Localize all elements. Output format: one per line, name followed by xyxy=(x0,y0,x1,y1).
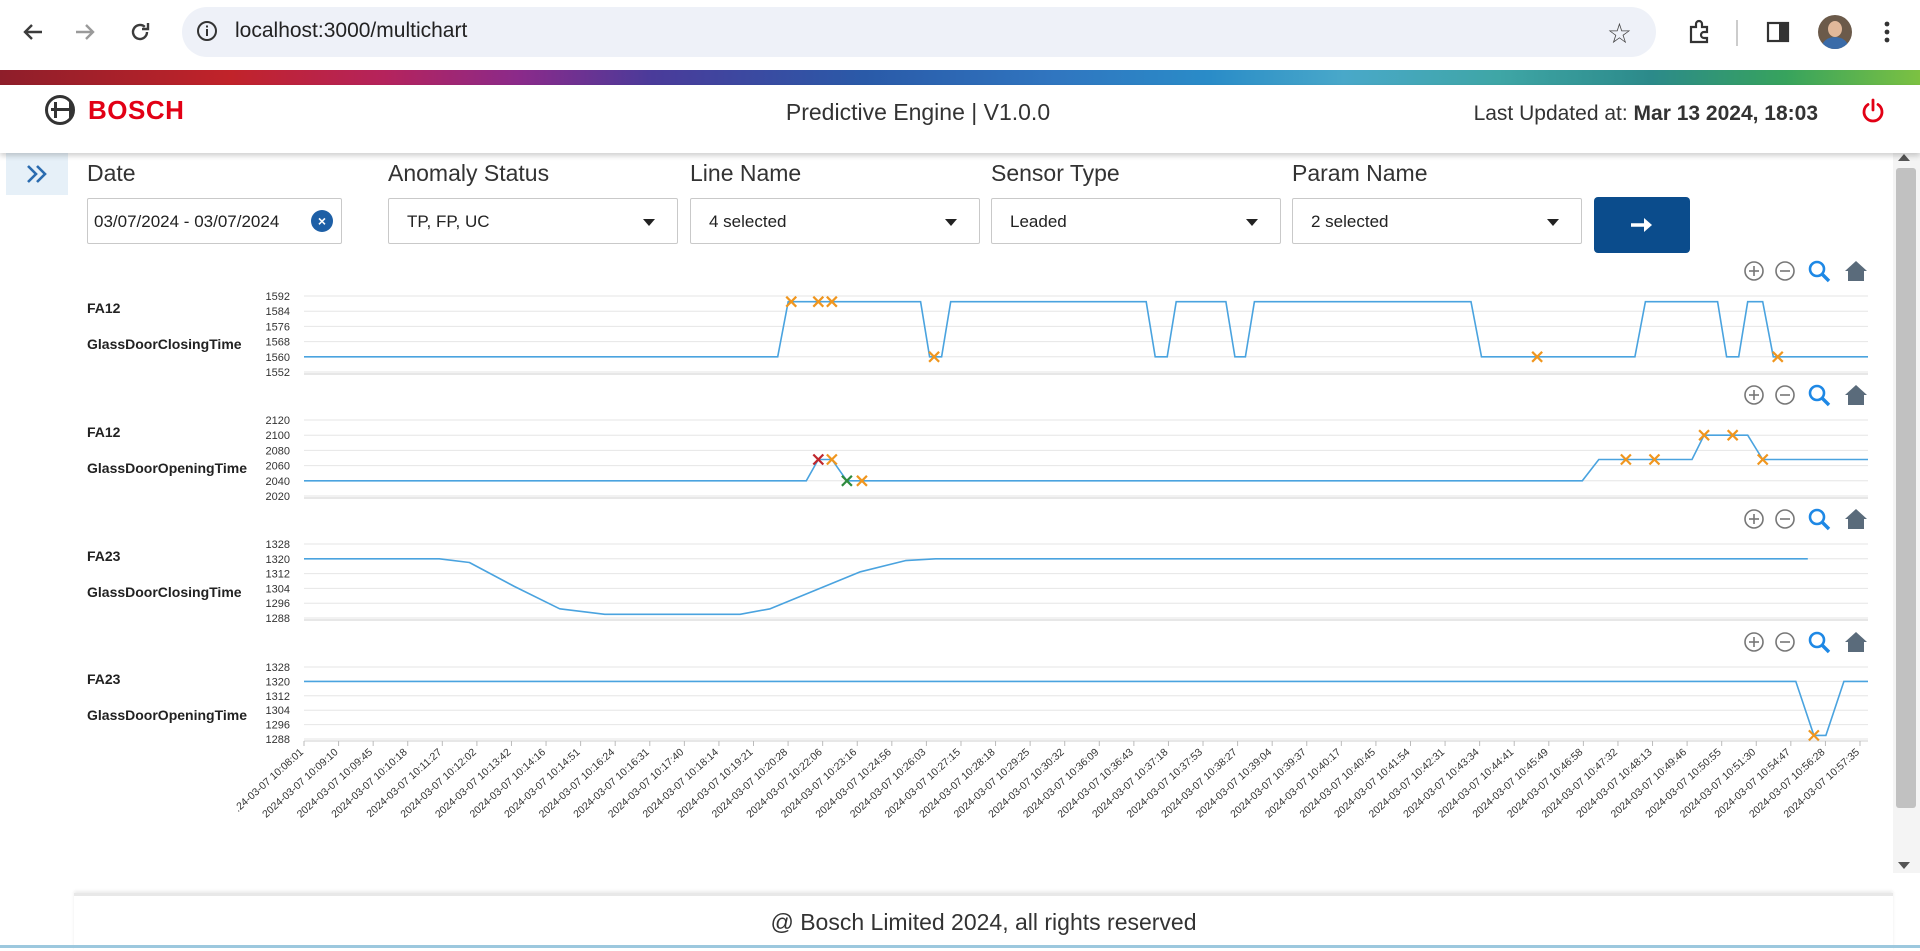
chart-4-home-icon[interactable] xyxy=(1845,632,1867,652)
chart-2-ytick: 2020 xyxy=(266,491,290,503)
chart-2-home-icon[interactable] xyxy=(1845,385,1867,405)
chart-2-magnify-icon[interactable] xyxy=(1808,384,1831,407)
chart-3-ytick: 1320 xyxy=(266,554,290,566)
chart-2-zoom-out-icon[interactable] xyxy=(1775,385,1795,405)
chart-4-param-name: GlassDoorOpeningTime xyxy=(87,707,247,723)
chart-4-zoom-in-icon[interactable] xyxy=(1744,632,1764,652)
chart-4-ytick: 1288 xyxy=(266,734,290,746)
scrollbar-thumb[interactable] xyxy=(1896,168,1916,808)
chart-4-ytick: 1320 xyxy=(266,676,290,688)
footer-text: @ Bosch Limited 2024, all rights reserve… xyxy=(770,909,1197,935)
chart-4-line-name: FA23 xyxy=(87,671,121,687)
chart-3-ytick: 1312 xyxy=(266,569,290,581)
chart-1-home-icon[interactable] xyxy=(1845,261,1867,281)
scroll-up-arrow-icon[interactable] xyxy=(1898,154,1910,161)
chart-2-ytick: 2060 xyxy=(266,461,290,473)
chart-2-zoom-in-icon[interactable] xyxy=(1744,385,1764,405)
chart-3-ytick: 1296 xyxy=(266,598,290,610)
chart-4-ytick: 1296 xyxy=(266,720,290,732)
chart-4-ytick: 1328 xyxy=(266,662,290,674)
chart-4-series-line xyxy=(304,680,1868,737)
chart-3-zoom-out-icon[interactable] xyxy=(1775,509,1795,529)
chart-3-ytick: 1304 xyxy=(266,583,290,595)
chart-3-ytick: 1288 xyxy=(266,613,290,625)
chart-1-ytick: 1576 xyxy=(266,321,290,333)
scroll-down-arrow-icon[interactable] xyxy=(1898,862,1910,869)
chart-4-ytick: 1312 xyxy=(266,691,290,703)
chart-2-ytick: 2120 xyxy=(266,415,290,427)
chart-4-magnify-icon[interactable] xyxy=(1808,631,1831,654)
chart-1-ytick: 1568 xyxy=(266,337,290,349)
app-header: BOSCH Predictive Engine | V1.0.0 Last Up… xyxy=(0,85,1920,153)
chart-2-ytick: 2040 xyxy=(266,476,290,488)
chart-2-ytick: 2080 xyxy=(266,445,290,457)
chart-3-magnify-icon[interactable] xyxy=(1808,508,1831,531)
chart-1-param-name: GlassDoorClosingTime xyxy=(87,336,242,352)
chart-3-ytick: 1328 xyxy=(266,539,290,551)
chart-4-ytick: 1304 xyxy=(266,705,290,717)
last-updated-value: Mar 13 2024, 18:03 xyxy=(1633,102,1818,125)
last-updated-label: Last Updated at: xyxy=(1473,102,1628,125)
footer: @ Bosch Limited 2024, all rights reserve… xyxy=(74,893,1893,951)
chart-2-line-name: FA12 xyxy=(87,424,121,440)
chart-1-ytick: 1592 xyxy=(266,291,290,303)
chart-3-zoom-in-icon[interactable] xyxy=(1744,509,1764,529)
chart-1-line-name: FA12 xyxy=(87,300,121,316)
chart-1-magnify-icon[interactable] xyxy=(1808,260,1831,283)
chart-1-series-line xyxy=(304,300,1868,358)
chart-1-zoom-in-icon[interactable] xyxy=(1744,261,1764,281)
chart-3-home-icon[interactable] xyxy=(1845,509,1867,529)
chart-1-ytick: 1560 xyxy=(266,352,290,364)
chart-1-ytick: 1552 xyxy=(266,367,290,379)
chart-3-series-line xyxy=(304,558,1808,616)
chart-3-param-name: GlassDoorClosingTime xyxy=(87,584,242,600)
chart-1-zoom-out-icon[interactable] xyxy=(1775,261,1795,281)
chart-2-param-name: GlassDoorOpeningTime xyxy=(87,460,247,476)
chart-1-ytick: 1584 xyxy=(266,306,290,318)
power-icon[interactable] xyxy=(1860,98,1886,124)
last-updated: Last Updated at: Mar 13 2024, 18:03 xyxy=(1474,102,1818,126)
chart-3-line-name: FA23 xyxy=(87,548,121,564)
chart-4-zoom-out-icon[interactable] xyxy=(1775,632,1795,652)
chart-2-series-line xyxy=(304,434,1868,482)
chart-2-ytick: 2100 xyxy=(266,430,290,442)
